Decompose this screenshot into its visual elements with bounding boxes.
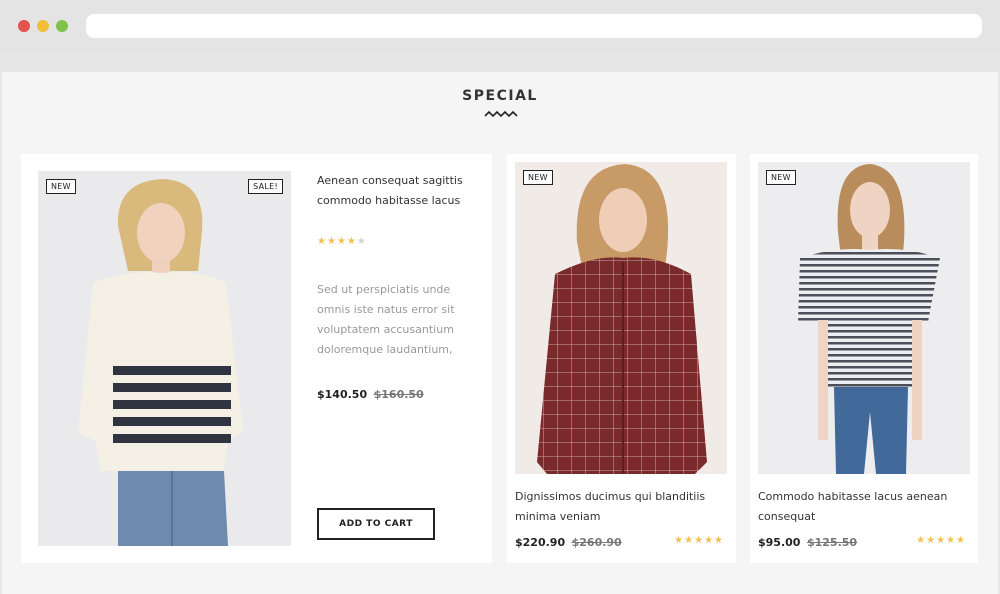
product-title[interactable]: Dignissimos ducimus qui blanditiis minim…: [515, 487, 729, 527]
add-to-cart-button[interactable]: ADD TO CART: [317, 508, 435, 540]
star-filled-icon: ★: [936, 535, 947, 546]
star-filled-icon: ★: [926, 535, 937, 546]
product-rating: ★★★★★: [674, 535, 724, 546]
woman-plaid-shirt-icon: [537, 164, 707, 474]
woman-striped-sweater-icon: [78, 179, 243, 546]
product-image[interactable]: NEW: [515, 162, 727, 474]
star-filled-icon: ★: [956, 535, 966, 546]
old-price: $125.50: [806, 536, 858, 549]
product-rating: ★★★★★: [916, 535, 966, 546]
maximize-window-button[interactable]: [56, 20, 68, 32]
featured-product-card: NEW SALE! Aenean consequat sagittis comm…: [21, 154, 492, 563]
product-price: $220.90 $260.90: [515, 536, 622, 549]
star-filled-icon: ★: [714, 535, 724, 546]
current-price: $220.90: [515, 536, 566, 549]
minimize-window-button[interactable]: [37, 20, 49, 32]
featured-price: $140.50 $160.50: [317, 388, 424, 401]
star-filled-icon: ★: [684, 535, 695, 546]
new-badge: NEW: [46, 179, 76, 194]
star-filled-icon: ★: [674, 535, 685, 546]
star-filled-icon: ★: [317, 236, 327, 247]
address-bar[interactable]: [86, 14, 982, 38]
star-filled-icon: ★: [916, 535, 927, 546]
wave-divider-icon: [484, 110, 518, 118]
product-title[interactable]: Commodo habitasse lacus aenean consequat: [758, 487, 972, 527]
browser-toolbar: [0, 0, 1000, 52]
star-filled-icon: ★: [704, 535, 715, 546]
star-filled-icon: ★: [694, 535, 705, 546]
featured-product-description: Sed ut perspiciatis unde omnis iste natu…: [317, 283, 455, 356]
product-card: NEW Dignissimos ducimus qui blanditiis m…: [507, 154, 736, 563]
old-price: $160.50: [373, 388, 424, 401]
product-price: $95.00 $125.50: [758, 536, 857, 549]
product-card: NEW Commodo habitasse lacus aenean conse…: [750, 154, 978, 563]
woman-striped-tee-icon: [798, 164, 940, 474]
product-image[interactable]: NEW: [758, 162, 970, 474]
star-filled-icon: ★: [946, 535, 957, 546]
old-price: $260.90: [571, 536, 622, 549]
close-window-button[interactable]: [18, 20, 30, 32]
star-filled-icon: ★: [326, 236, 337, 247]
star-filled-icon: ★: [336, 236, 347, 247]
current-price: $95.00: [758, 536, 801, 549]
star-filled-icon: ★: [346, 236, 357, 247]
featured-rating: ★★★★★: [317, 236, 367, 247]
section-title: SPECIAL: [462, 88, 538, 104]
sale-badge: SALE!: [248, 179, 283, 194]
new-badge: NEW: [766, 170, 796, 185]
featured-product-title[interactable]: Aenean consequat sagittis commodo habita…: [317, 171, 477, 211]
featured-product-image[interactable]: NEW SALE!: [38, 171, 291, 546]
star-empty-icon: ★: [356, 236, 367, 247]
current-price: $140.50: [317, 388, 368, 401]
new-badge: NEW: [523, 170, 553, 185]
